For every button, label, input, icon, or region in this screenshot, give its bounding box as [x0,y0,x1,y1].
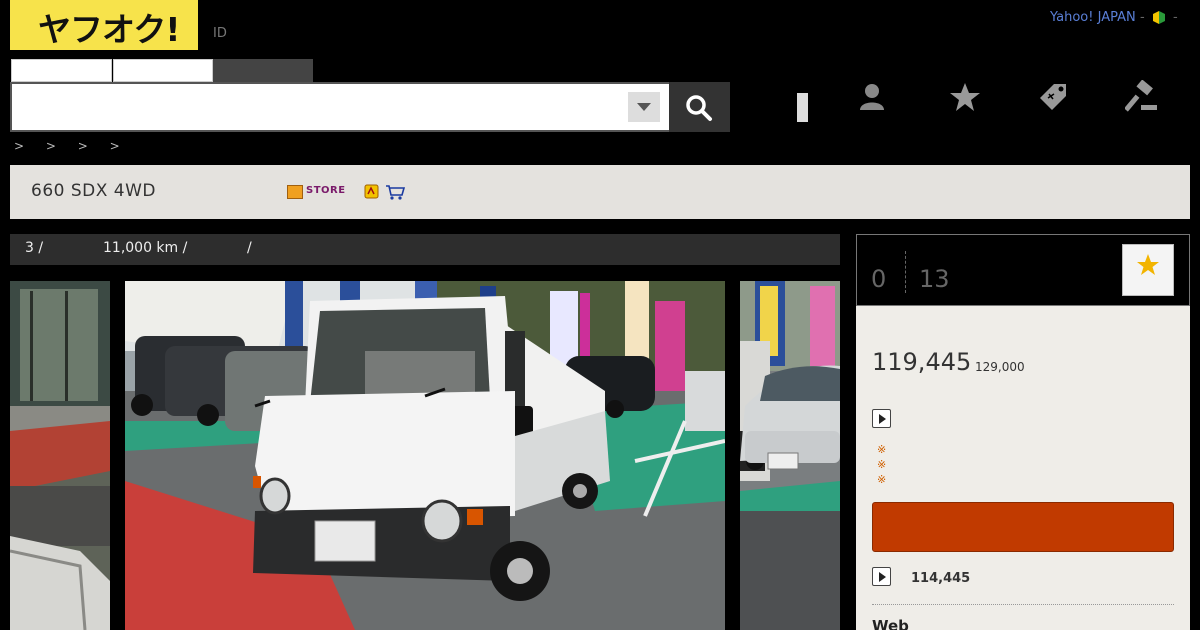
divider [905,251,906,293]
cart-icon [386,185,405,200]
price-detail-toggle[interactable] [872,409,891,428]
web-label: Web [872,617,909,630]
header-separator: - [1173,10,1178,25]
note-mark: ※ [877,458,887,471]
spec-mileage: 11,000 km / [103,240,188,256]
star-icon [1137,254,1159,275]
beginner-leaf-icon[interactable] [1152,9,1166,25]
search-box [10,82,669,132]
hand-badge-icon [364,184,379,199]
spec-bar: 3 / 11,000 km / / [10,234,840,265]
header-separator: - [1140,10,1145,25]
star-icon[interactable] [948,80,982,114]
yauoku-logo[interactable]: ヤフオク! [10,0,198,50]
note-mark: ※ [877,473,887,486]
search-button[interactable] [669,82,730,132]
user-icon[interactable] [855,80,889,114]
spec-year: 3 / [25,240,44,256]
photo-thumbnail-next[interactable] [740,281,840,630]
item-title-bar: 660 SDX 4WD STORE [10,165,1190,219]
tag-icon[interactable] [1036,80,1070,114]
current-price: 119,445 [872,348,972,376]
yahoo-japan-link[interactable]: Yahoo! JAPAN [1050,10,1136,25]
watch-button[interactable] [1122,244,1174,296]
note-mark: ※ [877,443,887,456]
watch-count: 0 [871,265,887,293]
search-input[interactable] [14,86,614,128]
gavel-icon[interactable] [1125,80,1159,114]
search-tab-3[interactable] [213,59,313,82]
photo-thumbnail-prev[interactable] [10,281,110,630]
page-title: 660 SDX 4WD [31,181,156,201]
store-icon [287,185,303,199]
search-tab-2[interactable] [113,59,213,82]
breadcrumb[interactable]: > > > > [14,139,120,153]
chevron-down-icon [637,103,651,111]
search-icon [686,95,712,121]
bid-count[interactable]: 13 [919,265,950,293]
logo-text: ヤフオク! [38,10,180,49]
price-with-tax: 129,000 [975,360,1025,374]
price-panel: 119,445 129,000 ※ ※ ※ 114,445 Web [856,306,1190,630]
category-dropdown-button[interactable] [628,92,660,122]
watch-bid-header: 0 13 [856,234,1190,306]
id-label[interactable]: ID [213,26,227,41]
main-photo[interactable] [125,281,725,630]
buy-now-toggle[interactable] [872,567,891,586]
buy-now-price: 114,445 [911,571,971,586]
store-label: STORE [306,185,346,196]
divider [872,604,1174,605]
search-tab-1[interactable] [11,59,112,82]
nav-divider [797,93,808,122]
spec-other: / [247,240,252,256]
bid-button[interactable] [872,502,1174,552]
